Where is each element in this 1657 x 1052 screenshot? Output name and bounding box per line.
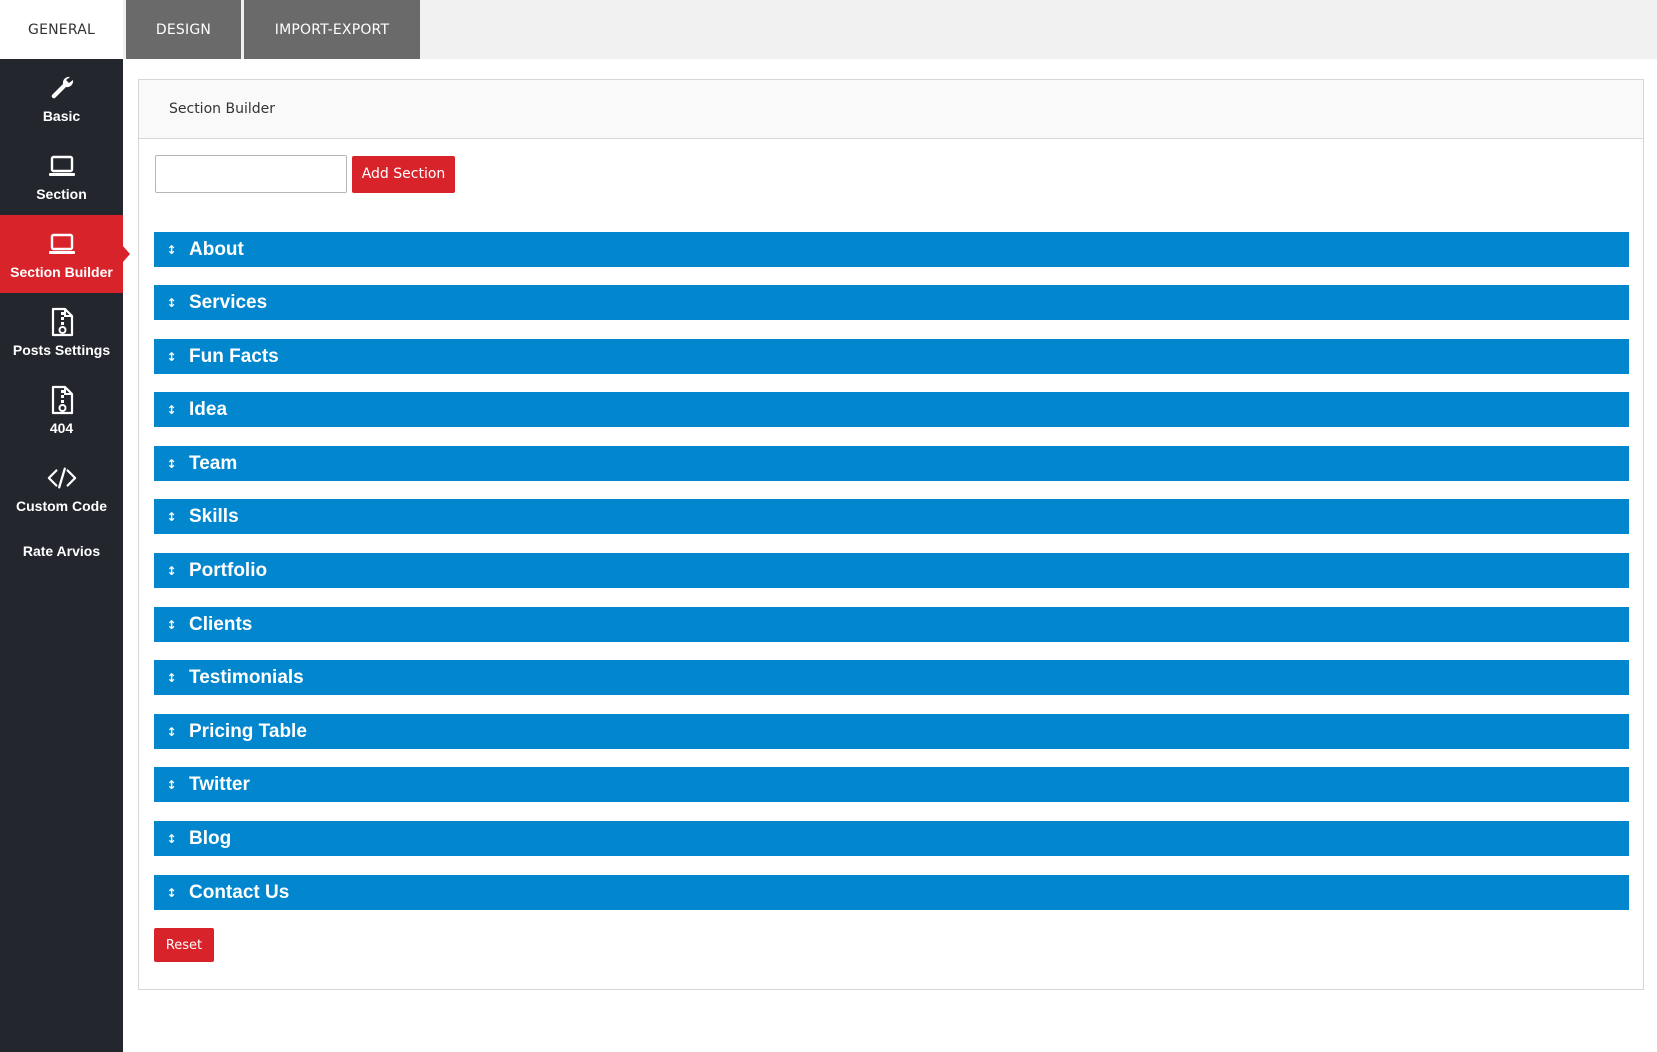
section-name: Fun Facts bbox=[189, 345, 279, 367]
sidebar-item-custom-code[interactable]: Custom Code bbox=[0, 449, 123, 527]
sidebar-item-label: Section bbox=[36, 185, 87, 202]
sidebar-item-label: Rate Arvios bbox=[22, 543, 101, 559]
section-name: About bbox=[189, 238, 244, 260]
drag-handle-icon[interactable]: ↕ bbox=[154, 725, 189, 739]
section-item-about[interactable]: ↕ About bbox=[154, 232, 1629, 267]
section-name: Idea bbox=[189, 398, 228, 420]
code-icon bbox=[47, 463, 77, 493]
drag-handle-icon[interactable]: ↕ bbox=[154, 510, 189, 524]
drag-handle-icon[interactable]: ↕ bbox=[154, 350, 189, 364]
section-name: Skills bbox=[189, 505, 239, 527]
drag-handle-icon[interactable]: ↕ bbox=[154, 618, 189, 632]
section-item-fun-facts[interactable]: ↕ Fun Facts bbox=[154, 339, 1629, 374]
laptop-icon bbox=[47, 229, 77, 259]
section-name: Team bbox=[189, 452, 238, 474]
wrench-icon bbox=[47, 73, 77, 103]
drag-handle-icon[interactable]: ↕ bbox=[154, 457, 189, 471]
add-section-row: Add Section bbox=[155, 155, 455, 193]
section-builder-panel: Section Builder Add Section ↕ About ↕ Se… bbox=[138, 79, 1644, 990]
drag-handle-icon[interactable]: ↕ bbox=[154, 403, 189, 417]
add-section-button[interactable]: Add Section bbox=[352, 155, 455, 193]
section-name: Pricing Table bbox=[189, 720, 307, 742]
sidebar: Basic Section Section Builder Posts Sett… bbox=[0, 59, 130, 1052]
section-item-team[interactable]: ↕ Team bbox=[154, 446, 1629, 481]
top-tab-bar: GENERAL DESIGN IMPORT-EXPORT bbox=[0, 0, 1657, 59]
section-name: Portfolio bbox=[189, 559, 268, 581]
section-name: Contact Us bbox=[189, 881, 290, 903]
section-item-idea[interactable]: ↕ Idea bbox=[154, 392, 1629, 427]
section-item-blog[interactable]: ↕ Blog bbox=[154, 821, 1629, 856]
sidebar-item-basic[interactable]: Basic bbox=[0, 59, 123, 137]
file-zip-icon bbox=[47, 307, 77, 337]
section-item-skills[interactable]: ↕ Skills bbox=[154, 499, 1629, 534]
panel-header: Section Builder bbox=[139, 80, 1643, 139]
sidebar-item-section[interactable]: Section bbox=[0, 137, 123, 215]
sidebar-item-label: Section Builder bbox=[10, 263, 113, 280]
sidebar-item-label: Basic bbox=[42, 107, 81, 124]
laptop-icon bbox=[47, 151, 77, 181]
sidebar-item-label: 404 bbox=[49, 419, 74, 436]
file-zip-icon bbox=[47, 385, 77, 415]
tab-import-export[interactable]: IMPORT-EXPORT bbox=[244, 0, 420, 59]
section-item-portfolio[interactable]: ↕ Portfolio bbox=[154, 553, 1629, 588]
drag-handle-icon[interactable]: ↕ bbox=[154, 296, 189, 310]
sidebar-item-section-builder[interactable]: Section Builder bbox=[0, 215, 130, 293]
drag-handle-icon[interactable]: ↕ bbox=[154, 886, 189, 900]
section-item-twitter[interactable]: ↕ Twitter bbox=[154, 767, 1629, 802]
section-item-pricing-table[interactable]: ↕ Pricing Table bbox=[154, 714, 1629, 749]
section-item-contact-us[interactable]: ↕ Contact Us bbox=[154, 875, 1629, 910]
sidebar-item-rate-arvios[interactable]: Rate Arvios bbox=[0, 527, 123, 575]
drag-handle-icon[interactable]: ↕ bbox=[154, 243, 189, 257]
sidebar-item-posts-settings[interactable]: Posts Settings bbox=[0, 293, 123, 371]
reset-button[interactable]: Reset bbox=[154, 928, 214, 962]
tab-general[interactable]: GENERAL bbox=[0, 0, 123, 59]
section-item-testimonials[interactable]: ↕ Testimonials bbox=[154, 660, 1629, 695]
drag-handle-icon[interactable]: ↕ bbox=[154, 778, 189, 792]
drag-handle-icon[interactable]: ↕ bbox=[154, 671, 189, 685]
section-name: Clients bbox=[189, 613, 253, 635]
section-name-input[interactable] bbox=[155, 155, 347, 193]
panel-title: Section Builder bbox=[169, 101, 275, 117]
section-name: Services bbox=[189, 291, 268, 313]
section-name: Blog bbox=[189, 827, 232, 849]
sidebar-item-label: Posts Settings bbox=[12, 341, 111, 358]
drag-handle-icon[interactable]: ↕ bbox=[154, 564, 189, 578]
section-name: Twitter bbox=[189, 773, 250, 795]
drag-handle-icon[interactable]: ↕ bbox=[154, 832, 189, 846]
section-name: Testimonials bbox=[189, 666, 304, 688]
sidebar-item-404[interactable]: 404 bbox=[0, 371, 123, 449]
sidebar-item-label: Custom Code bbox=[16, 497, 107, 514]
section-item-clients[interactable]: ↕ Clients bbox=[154, 607, 1629, 642]
tab-design[interactable]: DESIGN bbox=[126, 0, 241, 59]
section-item-services[interactable]: ↕ Services bbox=[154, 285, 1629, 320]
